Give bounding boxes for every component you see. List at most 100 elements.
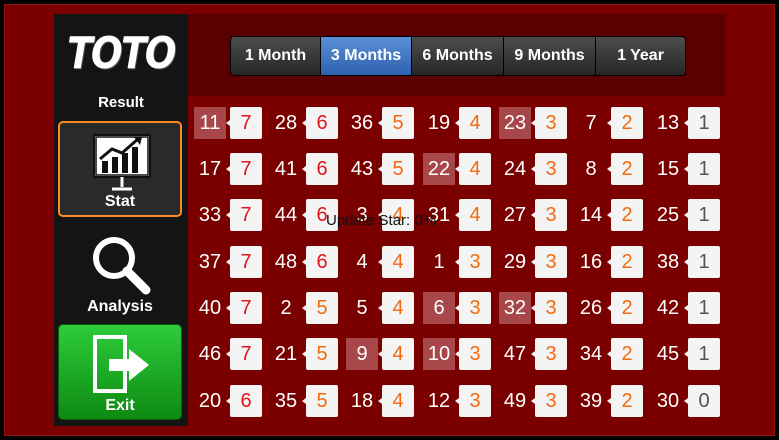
lotto-number: 30 [656,390,680,412]
number-cell: 45 1 [652,338,728,370]
toto-logo: TOTO [67,28,177,79]
number-cell: 20 6 [194,385,270,417]
tab-3-months[interactable]: 3 Months [321,37,412,75]
draw-count: 5 [306,338,338,370]
lotto-number: 47 [503,343,527,365]
draw-count: 0 [688,385,720,417]
lotto-number: 43 [350,158,374,180]
draw-count: 3 [535,292,567,324]
number-cell: 43 5 [346,153,422,185]
number-cell: 40 7 [194,292,270,324]
number-cell: 63 [423,292,499,324]
stat-label: Stat [104,193,136,210]
draw-count: 2 [611,199,643,231]
analysis-label: Analysis [87,298,153,315]
number-cell: 46 7 [194,338,270,370]
number-cell: 54 [346,292,422,324]
analysis-button[interactable]: Analysis [58,224,182,320]
number-cell: 44 [346,246,422,278]
draw-count: 7 [230,199,262,231]
lotto-number: 20 [198,390,222,412]
draw-count: 1 [688,199,720,231]
logo-subtitle[interactable]: Result [54,94,188,111]
number-cell: 36 5 [346,107,422,139]
number-cell: 27 3 [499,199,575,231]
lotto-number: 24 [503,158,527,180]
exit-button[interactable]: Exit [58,324,182,420]
draw-count: 3 [535,338,567,370]
draw-count: 3 [459,385,491,417]
number-cell: 14 2 [575,199,651,231]
draw-count: 3 [535,107,567,139]
lotto-number: 45 [656,343,680,365]
lotto-number: 19 [427,112,451,134]
exit-label: Exit [105,397,135,414]
number-cell: 47 3 [499,338,575,370]
number-cell: 11 7 [194,107,270,139]
lotto-number: 15 [656,158,680,180]
number-cell: 23 3 [499,107,575,139]
number-cell: 34 2 [575,338,651,370]
number-cell: 82 [575,153,651,185]
tab-1-month[interactable]: 1 Month [231,37,321,75]
draw-count: 1 [688,107,720,139]
lotto-number: 42 [656,297,680,319]
number-cell: 10 3 [423,338,499,370]
stat-button[interactable]: Stat [58,121,182,217]
number-cell: 16 2 [575,246,651,278]
draw-count: 2 [611,153,643,185]
number-cell: 13 [423,246,499,278]
draw-count: 2 [611,338,643,370]
draw-count: 6 [306,246,338,278]
draw-count: 6 [306,153,338,185]
chart-icon [93,134,151,191]
sidebar: TOTO Result Stat Analysis Exit [54,14,188,426]
lotto-number: 44 [274,204,298,226]
draw-count: 3 [459,246,491,278]
lotto-number: 2 [280,297,292,319]
update-status-text: Update Star: 0% [326,212,437,229]
number-cell: 24 3 [499,153,575,185]
number-cell: 25 [270,292,346,324]
draw-count: 7 [230,246,262,278]
lotto-number: 26 [579,297,603,319]
lotto-number: 12 [427,390,451,412]
lotto-number: 37 [198,251,222,273]
lotto-number: 11 [194,107,226,139]
tab-6-months[interactable]: 6 Months [412,37,504,75]
lotto-number: 39 [579,390,603,412]
draw-count: 4 [459,199,491,231]
draw-count: 1 [688,246,720,278]
draw-count: 2 [611,292,643,324]
lotto-number: 32 [499,292,531,324]
draw-count: 3 [459,292,491,324]
lotto-number: 34 [579,343,603,365]
lotto-number: 5 [356,297,368,319]
tab-1-year[interactable]: 1 Year [596,37,685,75]
lotto-number: 14 [579,204,603,226]
draw-count: 4 [382,292,414,324]
lotto-number: 17 [198,158,222,180]
period-tabbar: 1 Month 3 Months 6 Months 9 Months 1 Yea… [188,14,726,96]
lotto-number: 49 [503,390,527,412]
lotto-number: 22 [423,153,455,185]
draw-count: 3 [535,385,567,417]
draw-count: 6 [230,385,262,417]
draw-count: 5 [382,153,414,185]
lotto-number: 36 [350,112,374,134]
number-cell: 39 2 [575,385,651,417]
draw-count: 6 [306,107,338,139]
lotto-number: 29 [503,251,527,273]
draw-count: 4 [459,107,491,139]
tab-9-months[interactable]: 9 Months [504,37,596,75]
draw-count: 2 [611,385,643,417]
draw-count: 3 [535,153,567,185]
draw-count: 7 [230,153,262,185]
number-cell: 25 1 [652,199,728,231]
draw-count: 5 [306,292,338,324]
draw-count: 1 [688,153,720,185]
lotto-number: 6 [423,292,455,324]
lotto-number: 35 [274,390,298,412]
draw-count: 1 [688,292,720,324]
lotto-number: 27 [503,204,527,226]
